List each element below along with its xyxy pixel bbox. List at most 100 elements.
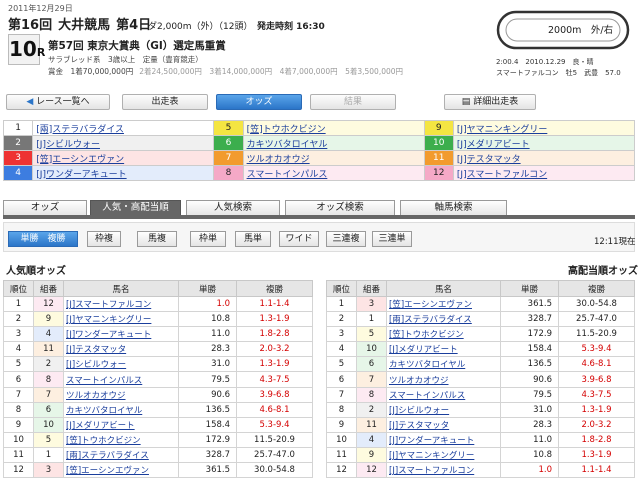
race-date: 2011年12月29日 bbox=[8, 4, 73, 13]
win-odds: 79.5 bbox=[178, 371, 237, 388]
win-odds: 1.0 bbox=[178, 295, 237, 313]
bet-bracket-quinella[interactable]: 枠複 bbox=[87, 231, 121, 247]
horse-name: [J]テスタマッタ bbox=[63, 341, 179, 358]
bet-bracket-exacta[interactable]: 枠単 bbox=[190, 231, 226, 247]
column-header: 馬名 bbox=[386, 280, 501, 297]
horse-link[interactable]: [J]ヤマニンキングリー bbox=[66, 315, 151, 325]
horse-link[interactable]: [J]テスタマッタ bbox=[457, 155, 521, 165]
horse-link[interactable]: [笠]エーシンエヴァン bbox=[66, 466, 149, 476]
horse-link[interactable]: スマートインパルス bbox=[389, 391, 465, 401]
horse-link[interactable]: スマートインパルス bbox=[247, 170, 328, 180]
odds-row: 12 3 [笠]エーシンエヴァン 361.5 30.0-54.8 bbox=[3, 462, 313, 479]
race-list-button[interactable]: ◀ レース一覧へ bbox=[6, 94, 110, 110]
horse-link[interactable]: [J]シビルウォー bbox=[36, 140, 100, 150]
horse-name: [J]ワンダーアキュート bbox=[63, 326, 179, 343]
horse-link[interactable]: [兩]ステラバラダイス bbox=[36, 125, 124, 135]
horse-grid: 1 [兩]ステラバラダイス 5 [笠]トウホクビジン 9 [J]ヤマニンキングリー 2 [J]… bbox=[2, 120, 636, 181]
rank: 7 bbox=[326, 386, 357, 403]
rank: 10 bbox=[326, 431, 357, 448]
tab-popularity[interactable]: 人気・高配当順 bbox=[90, 200, 181, 216]
horse-link[interactable]: [J]ワンダーアキュート bbox=[66, 330, 151, 340]
horse-link[interactable]: [J]ワンダーアキュート bbox=[36, 170, 126, 180]
tab-odds-search[interactable]: オッズ検索 bbox=[285, 200, 395, 216]
horse-link[interactable]: [J]シビルウォー bbox=[389, 406, 449, 416]
odds-button[interactable]: オッズ bbox=[216, 94, 302, 110]
rank: 8 bbox=[3, 401, 34, 418]
horse-link[interactable]: [兩]ステラバラダイス bbox=[66, 451, 149, 461]
bet-wide[interactable]: ワイド bbox=[279, 231, 319, 247]
horse-link[interactable]: [笠]トウホクビジン bbox=[247, 125, 326, 135]
column-header: 馬名 bbox=[63, 280, 179, 297]
popularity-odds-title: 人気順オッズ bbox=[6, 266, 66, 277]
place-odds: 4.6-8.1 bbox=[236, 401, 313, 418]
race-distance: ダ2,000m（外）（12頭） bbox=[148, 22, 248, 32]
entries-button[interactable]: 出走表 bbox=[122, 94, 208, 110]
odds-timestamp: 12:11現在 bbox=[594, 237, 636, 247]
rank: 10 bbox=[3, 431, 34, 448]
odds-row: 2 9 [J]ヤマニンキングリー 10.8 1.3-1.9 bbox=[3, 311, 313, 328]
horse-cell: [J]ワンダーアキュート bbox=[32, 165, 215, 181]
horse-link[interactable]: [笠]トウホクビジン bbox=[66, 436, 141, 446]
column-header: 順位 bbox=[3, 280, 34, 297]
horse-link[interactable]: [J]スマートファルコン bbox=[457, 170, 547, 180]
horse-link[interactable]: ツルオカオウジ bbox=[247, 155, 310, 165]
place-odds: 5.3-9.4 bbox=[236, 416, 313, 433]
horse-name: カキツバタロイヤル bbox=[63, 401, 179, 418]
horse-link[interactable]: [J]スマートファルコン bbox=[389, 466, 474, 476]
horse-cell: [笠]トウホクビジン bbox=[242, 120, 425, 136]
combo-number: 8 bbox=[33, 371, 64, 388]
tab-axis-search[interactable]: 軸馬検索 bbox=[400, 200, 507, 216]
win-odds: 172.9 bbox=[500, 326, 559, 343]
odds-row: 12 12 [J]スマートファルコン 1.0 1.1-1.4 bbox=[326, 462, 635, 479]
column-header: 組番 bbox=[356, 280, 387, 297]
detailed-entries-button[interactable]: ▤ 詳細出走表 bbox=[444, 94, 536, 110]
horse-link[interactable]: ツルオカオウジ bbox=[389, 376, 449, 386]
high-payout-odds-title: 高配当順オッズ bbox=[568, 266, 638, 277]
horse-link[interactable]: カキツバタロイヤル bbox=[247, 140, 328, 150]
race-conditions: サラブレッド系 3歳以上 定量（豊育競走） bbox=[48, 55, 203, 64]
horse-cell: スマートインパルス bbox=[242, 165, 425, 181]
bet-trio[interactable]: 三連複 bbox=[326, 231, 366, 247]
horse-link[interactable]: [兩]ステラバラダイス bbox=[389, 315, 472, 325]
horse-link[interactable]: [J]メダリアビート bbox=[389, 345, 458, 355]
popularity-odds-table: 順位 組番 馬名 単勝 複勝 1 12 [J]スマートファルコン 1.0 1.1-1.4 2 9 [J]… bbox=[3, 280, 313, 479]
results-button[interactable]: 結果 bbox=[310, 94, 396, 110]
horse-link[interactable]: [J]メダリアビート bbox=[457, 140, 530, 150]
horse-link[interactable]: [J]メダリアビート bbox=[66, 421, 135, 431]
rank: 9 bbox=[3, 416, 34, 433]
horse-link[interactable]: [J]ヤマニンキングリー bbox=[389, 451, 474, 461]
horse-link[interactable]: [J]テスタマッタ bbox=[389, 421, 449, 431]
horse-link[interactable]: [笠]トウホクビジン bbox=[389, 330, 464, 340]
bet-win-place[interactable]: 単勝 複勝 bbox=[8, 231, 78, 247]
horse-link[interactable]: [J]ヤマニンキングリー bbox=[457, 125, 547, 135]
horse-link[interactable]: [笠]エーシンエヴァン bbox=[36, 155, 124, 165]
horse-cell: [J]シビルウォー bbox=[32, 135, 215, 151]
horse-number: 5 bbox=[213, 120, 244, 136]
rank: 9 bbox=[326, 416, 357, 433]
bet-exacta[interactable]: 馬単 bbox=[235, 231, 271, 247]
horse-name: ツルオカオウジ bbox=[386, 371, 501, 388]
tab-odds[interactable]: オッズ bbox=[3, 200, 87, 216]
rank: 4 bbox=[3, 341, 34, 358]
rank: 3 bbox=[326, 326, 357, 343]
horse-link[interactable]: カキツバタロイヤル bbox=[389, 360, 465, 370]
bet-quinella[interactable]: 馬複 bbox=[137, 231, 177, 247]
combo-number: 12 bbox=[33, 295, 64, 313]
win-odds: 90.6 bbox=[500, 371, 559, 388]
rank: 7 bbox=[3, 386, 34, 403]
horse-link[interactable]: [J]テスタマッタ bbox=[66, 345, 126, 355]
horse-link[interactable]: [笠]エーシンエヴァン bbox=[389, 300, 472, 310]
bet-trifecta[interactable]: 三連単 bbox=[372, 231, 412, 247]
column-header: 組番 bbox=[33, 280, 64, 297]
horse-link[interactable]: スマートインパルス bbox=[66, 376, 142, 386]
horse-link[interactable]: [J]ワンダーアキュート bbox=[389, 436, 474, 446]
combo-number: 10 bbox=[33, 416, 64, 433]
place-odds: 25.7-47.0 bbox=[236, 446, 313, 464]
horse-link[interactable]: [J]シビルウォー bbox=[66, 360, 126, 370]
place-odds: 2.0-3.2 bbox=[236, 341, 313, 358]
tab-popularity-search[interactable]: 人気検索 bbox=[186, 200, 280, 216]
horse-link[interactable]: ツルオカオウジ bbox=[66, 391, 126, 401]
horse-number: 8 bbox=[213, 165, 244, 181]
horse-link[interactable]: カキツバタロイヤル bbox=[66, 406, 142, 416]
horse-link[interactable]: [J]スマートファルコン bbox=[66, 300, 151, 310]
